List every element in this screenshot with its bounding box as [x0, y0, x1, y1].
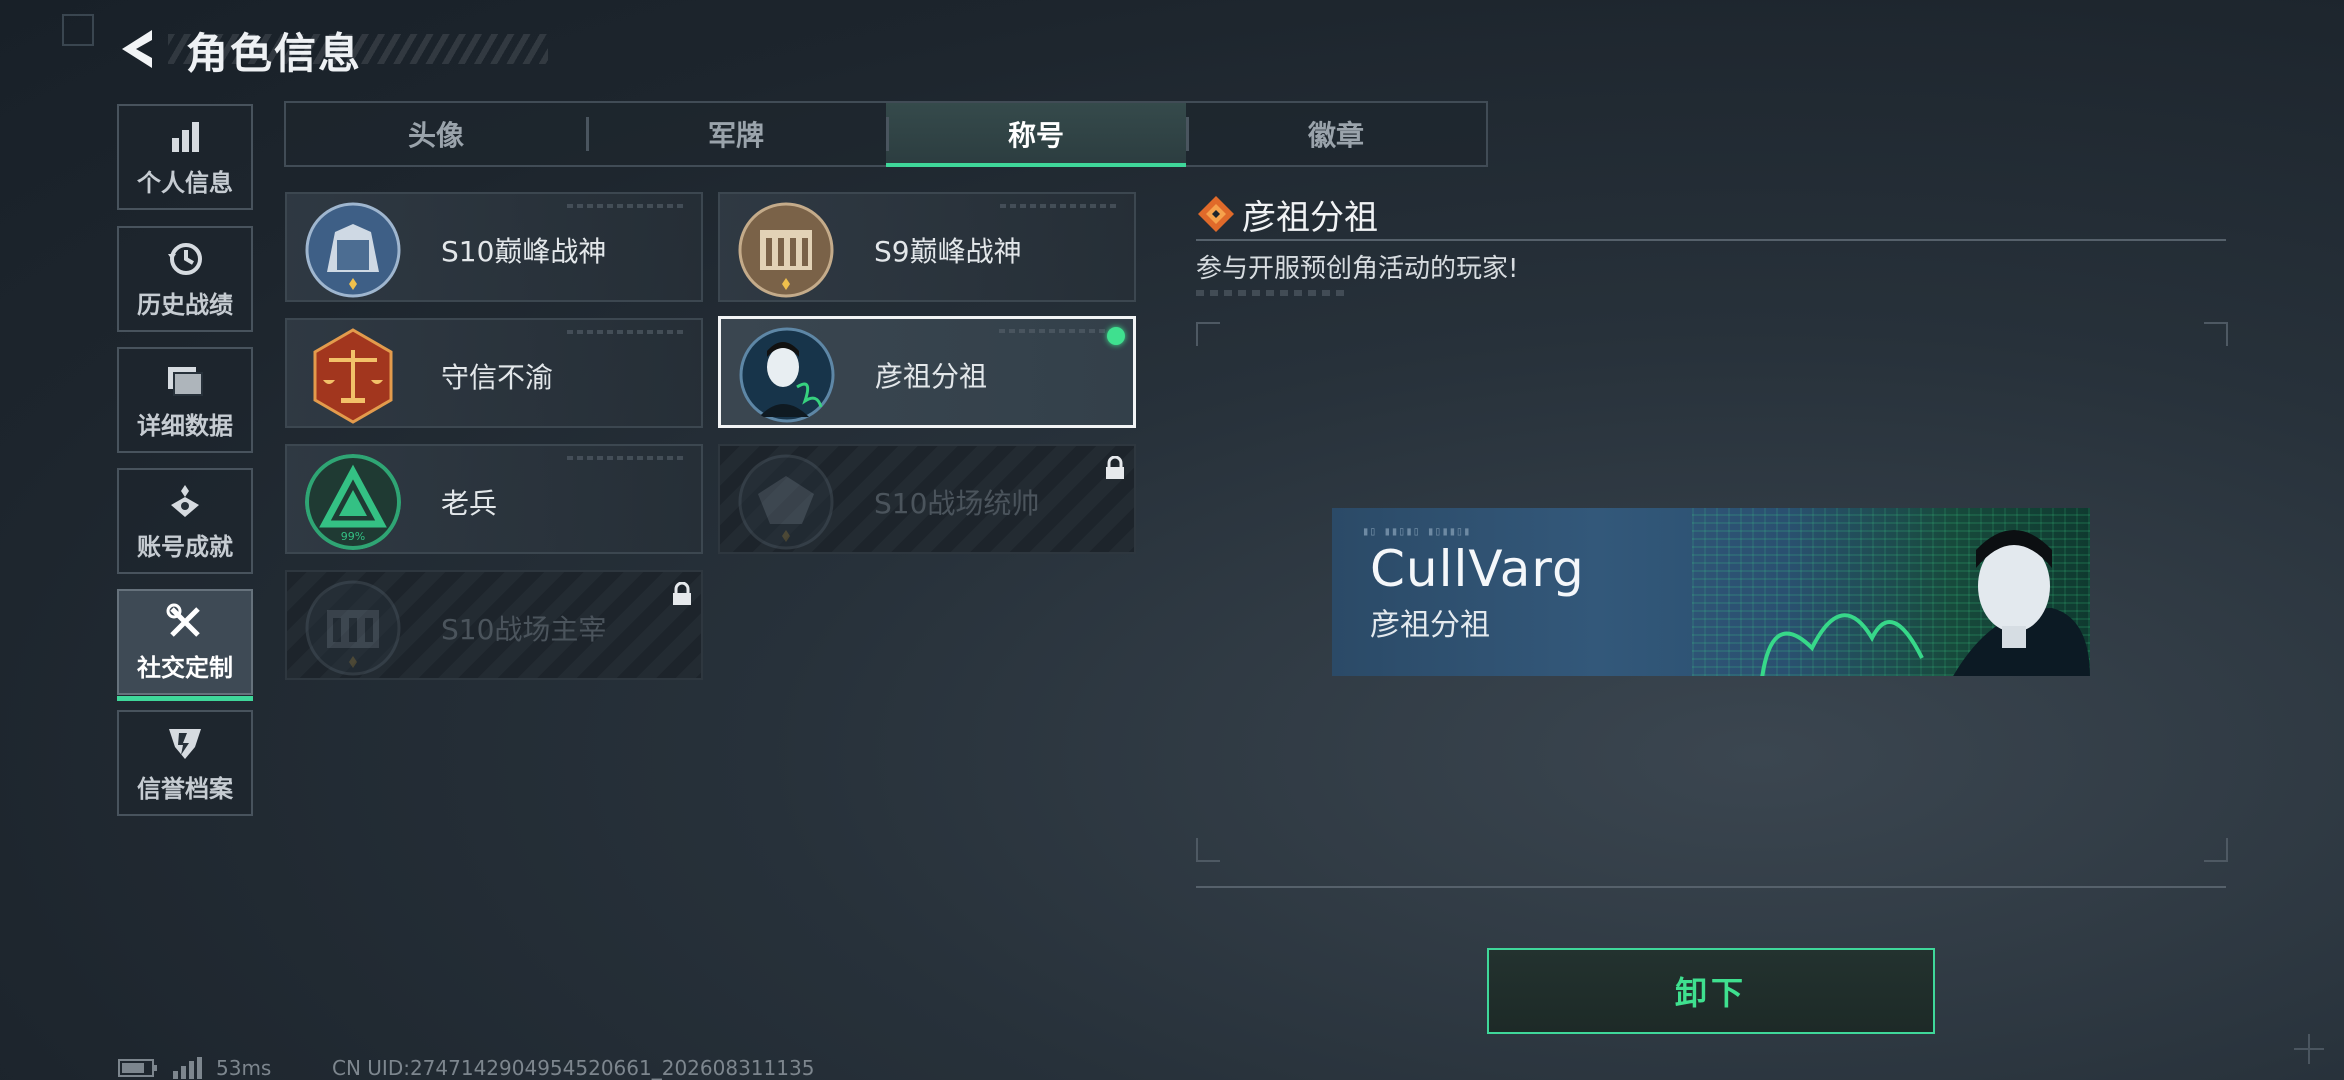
- title-name: S10巅峰战神: [441, 235, 607, 268]
- detail-description: 参与开服预创角活动的玩家!: [1196, 254, 1519, 284]
- tab-bar: 头像 军牌 称号 徽章: [284, 101, 1488, 167]
- preview-frame-corner: [2204, 322, 2228, 346]
- sidebar-item-label: 个人信息: [137, 168, 233, 197]
- sidebar-item-label: 详细数据: [137, 411, 233, 440]
- sidebar-item-personal-info[interactable]: 个人信息: [117, 104, 253, 210]
- card-decoration: [567, 204, 687, 208]
- shield-icon: [165, 723, 205, 763]
- card-decoration: [567, 330, 687, 334]
- sidebar-item-history[interactable]: 历史战绩: [117, 226, 253, 332]
- tab-dog-tag[interactable]: 军牌: [586, 103, 886, 165]
- achievement-icon: [165, 481, 205, 521]
- equipped-indicator: [1107, 327, 1125, 345]
- title-card-s10-peak-god[interactable]: S10巅峰战神: [285, 192, 703, 302]
- title-name: 老兵: [441, 487, 498, 520]
- banner-code-decoration: ▮▯ ▮▮▯▮▯ ▮▯▮▮▯▮: [1362, 524, 1471, 538]
- sidebar-item-label: 账号成就: [137, 532, 233, 561]
- s9-peak-emblem-icon: [738, 202, 834, 298]
- preview-frame-corner: [1196, 322, 1220, 346]
- sidebar-item-label: 历史战绩: [137, 290, 233, 319]
- title-name: S9巅峰战神: [874, 235, 1022, 268]
- bar-chart-icon: [165, 117, 205, 157]
- preview-frame-corner: [2204, 838, 2228, 862]
- detail-subtext-decoration: [1196, 290, 1346, 296]
- preview-frame-corner: [1196, 838, 1220, 862]
- title-card-yanzu[interactable]: 彦祖分祖: [718, 316, 1136, 428]
- sidebar-item-label: 信誉档案: [137, 774, 233, 803]
- sidebar-item-detailed-data[interactable]: 详细数据: [117, 347, 253, 453]
- corner-decoration: [62, 14, 94, 46]
- sidebar-item-achievements[interactable]: 账号成就: [117, 468, 253, 574]
- tools-icon: [165, 602, 205, 642]
- s10-dominator-emblem-icon: [305, 580, 401, 676]
- title-card-s10-commander[interactable]: S10战场统帅: [718, 444, 1136, 554]
- back-button[interactable]: [116, 26, 162, 72]
- title-card-s10-dominator[interactable]: S10战场主宰: [285, 570, 703, 680]
- scales-emblem-icon: [313, 328, 393, 424]
- veteran-emblem-icon: 99%: [305, 454, 401, 550]
- history-icon: [165, 239, 205, 279]
- detail-divider: [1196, 239, 2226, 241]
- title-banner-preview: ▮▯ ▮▮▯▮▯ ▮▯▮▮▯▮ CullVarg 彦祖分祖: [1332, 508, 2090, 676]
- card-decoration: [567, 456, 687, 460]
- sidebar-item-label: 社交定制: [137, 653, 233, 682]
- status-bar: 53ms: [118, 1056, 271, 1080]
- title-card-keep-faith[interactable]: 守信不渝: [285, 318, 703, 428]
- title-name: 守信不渝: [441, 361, 554, 394]
- unequip-label: 卸下: [1674, 974, 1747, 1012]
- sidebar-item-reputation[interactable]: 信誉档案: [117, 710, 253, 816]
- sidebar-item-social-custom[interactable]: 社交定制: [117, 589, 253, 701]
- title-diamond-icon: [1198, 196, 1234, 232]
- banner-title: 彦祖分祖: [1370, 608, 1490, 643]
- title-name: S10战场统帅: [874, 487, 1040, 520]
- signal-icon: [173, 1057, 202, 1079]
- card-decoration: [1000, 204, 1120, 208]
- s10-peak-emblem-icon: [305, 202, 401, 298]
- svg-text:99%: 99%: [341, 530, 365, 543]
- tab-title[interactable]: 称号: [886, 103, 1186, 167]
- title-name: 彦祖分祖: [875, 360, 988, 393]
- ping-value: 53ms: [216, 1056, 272, 1080]
- title-card-veteran[interactable]: 99% 老兵: [285, 444, 703, 554]
- lock-icon: [673, 582, 691, 605]
- title-name: S10战场主宰: [441, 613, 607, 646]
- tab-avatar[interactable]: 头像: [286, 103, 586, 165]
- player-uid: CN UID:2747142904954520661_202608311135: [332, 1056, 815, 1080]
- title-card-s9-peak-god[interactable]: S9巅峰战神: [718, 192, 1136, 302]
- banner-nickname: CullVarg: [1370, 540, 1585, 598]
- banner-portrait-icon: [1760, 530, 2090, 676]
- back-arrow-icon: [122, 30, 152, 68]
- card-decoration: [999, 329, 1119, 333]
- unequip-button[interactable]: 卸下: [1487, 948, 1935, 1034]
- s10-commander-emblem-icon: [738, 454, 834, 550]
- corner-crosshair-icon: [2294, 1034, 2324, 1064]
- detail-bottom-divider: [1196, 886, 2226, 888]
- detail-title: 彦祖分祖: [1242, 198, 1378, 238]
- tab-badge[interactable]: 徽章: [1186, 103, 1486, 165]
- portrait-emblem-icon: [739, 327, 835, 423]
- page-title: 角色信息: [186, 29, 363, 78]
- folder-icon: [165, 360, 205, 400]
- battery-icon: [118, 1059, 157, 1077]
- lock-icon: [1106, 456, 1124, 479]
